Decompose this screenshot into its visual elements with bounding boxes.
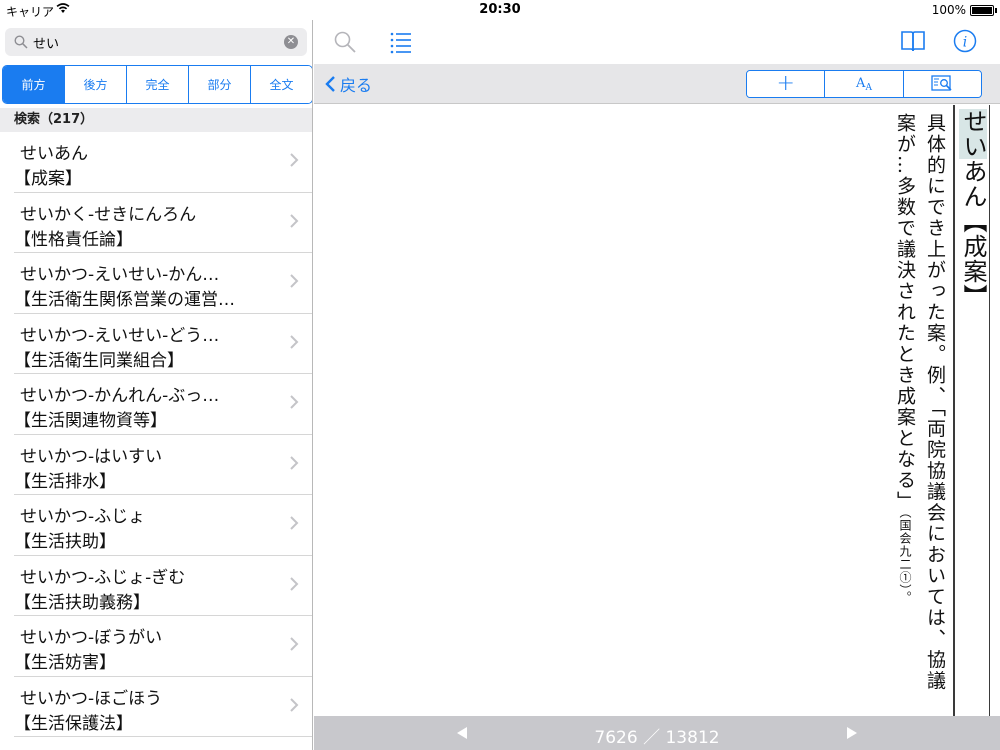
list-item-kanji: 【生活扶助】 [14,532,116,552]
list-item-kana: せいあん [20,144,88,164]
status-bar: キャリア 20:30 100% [0,0,1000,20]
search-icon[interactable] [333,30,357,54]
list-item-kanji: 【生活衛生同業組合】 [14,350,184,371]
list-item[interactable]: せいあん 【成案】 [14,132,312,193]
chevron-right-icon [290,334,299,349]
list-item-kana: せいかつ-ぼうがい [20,628,163,648]
list-item[interactable]: せいかく-せきにんろん 【性格責任論】 [14,193,312,253]
entry-text-2: 案が…多数で議決されたとき成案となる」 [894,113,916,512]
list-item-kanji: 【性格責任論】 [14,229,133,250]
entry-border [989,105,990,716]
chevron-right-icon [290,455,299,470]
list-item-kanji: 【生活排水】 [14,471,116,492]
mode-fulltext[interactable]: 全文 [250,66,312,103]
mode-backward[interactable]: 後方 [64,66,126,103]
chevron-right-icon [290,576,299,591]
info-icon[interactable]: i [953,29,977,53]
entry-divider [953,105,955,716]
entry-headword: せいあん【成案】 [958,109,988,309]
zoom-page-icon [931,75,952,91]
list-item-kanji: 【生活衛生関係営業の運営… [14,290,235,310]
next-page-icon[interactable] [845,726,859,740]
mode-partial[interactable]: 部分 [188,66,250,103]
list-item-kana: せいかつ-ほごほう [20,688,163,709]
add-button[interactable]: + [747,71,825,97]
chevron-right-icon [290,395,299,409]
page-indicator: 7626 ／ 13812 [594,728,720,748]
list-item[interactable]: せいかつ-かんれん-ぶっ… 【生活関連物資等】 [14,374,312,435]
list-icon[interactable] [389,30,413,54]
list-item-kana: せいかつ-ふじょ [20,507,146,527]
mode-exact[interactable]: 完全 [126,66,188,103]
list-item-kana: せいかつ-かんれん-ぶっ… [20,386,220,406]
results-header: 検索（217） [0,108,312,132]
add-icon: + [776,71,795,96]
pager: 7626 ／ 13812 [314,716,1000,750]
chevron-right-icon [290,153,299,167]
entry-citation: （国会九二①）。 [898,512,912,604]
svg-text:i: i [963,35,967,51]
entry-text-line-1: 具体的にでき上がった案。例、「両院協議会においては、協議 [924,113,946,692]
battery-icon [970,5,994,16]
headword-kanji: 【成案】 [959,209,987,309]
entry-text-line-2: 案が…多数で議決されたとき成案となる」（国会九二①）。 [890,113,920,604]
headword-kana-rest: あん [959,159,987,209]
list-item[interactable]: せいかつ-えいせい-どう… 【生活衛生同業組合】 [14,314,312,374]
back-button[interactable]: 戻る [324,72,372,96]
list-item[interactable]: せいかつ-ぼうがい 【生活妨害】 [14,616,312,677]
battery-percent: 100% [931,3,966,17]
search-icon [14,35,28,49]
nav-bar: 戻る + AA [314,64,1000,104]
list-item-kanji: 【生活妨害】 [14,653,116,673]
list-item-kana: せいかつ-えいせい-どう… [20,325,220,346]
headword-highlight: せい [959,109,987,159]
list-item[interactable]: せいかつ-ふじょ-ぎむ 【生活扶助義務】 [14,556,312,616]
chevron-left-icon [325,76,335,92]
list-item[interactable]: せいかつ-ほごほう 【生活保護法】 [14,677,312,737]
list-item-kanji: 【生活扶助義務】 [14,592,150,613]
battery-tip [995,8,997,13]
list-item[interactable]: せいかつ-はいすい 【生活排水】 [14,435,312,495]
sidebar: ✕ 前方 後方 完全 部分 全文 検索（217） せいあん 【成案】 せいかく-… [0,20,313,750]
search-input[interactable] [33,28,273,56]
list-item-kana: せいかく-せきにんろん [20,204,197,225]
list-item-kana: せいかつ-ふじょ-ぎむ [20,567,186,588]
list-item-kanji: 【成案】 [14,169,82,189]
chevron-right-icon [290,637,299,651]
list-item[interactable]: せいかつ-ふじょ 【生活扶助】 [14,495,312,556]
clock: 20:30 [479,2,521,17]
chevron-right-icon [290,274,299,288]
list-item[interactable]: せいかつ-えいせい-かん… 【生活衛生関係営業の運営… [14,253,312,314]
main-pane: i 戻る + AA せいあん【成案】 具体的にでき上がった案。例、「両院協議会に… [314,20,1000,750]
book-icon[interactable] [900,29,926,53]
entry-content: せいあん【成案】 具体的にでき上がった案。例、「両院協議会においては、協議 案が… [314,105,1000,716]
list-item-kanji: 【生活関連物資等】 [14,411,167,431]
text-size-icon: AA [856,75,872,93]
chevron-right-icon [290,213,299,228]
list-item-kanji: 【生活保護法】 [14,713,133,734]
search-bar[interactable]: ✕ [5,28,307,56]
back-label: 戻る [340,76,373,95]
chevron-right-icon [290,697,299,712]
mode-forward[interactable]: 前方 [3,66,64,103]
list-item-kana: せいかつ-はいすい [20,446,163,467]
entry-tools: + AA [746,70,982,98]
zoom-page-button[interactable] [902,71,981,97]
clear-icon[interactable]: ✕ [284,35,298,49]
list-item-kana: せいかつ-えいせい-かん… [20,265,220,285]
search-mode-control: 前方 後方 完全 部分 全文 [2,65,312,104]
text-size-button[interactable]: AA [824,71,903,97]
chevron-right-icon [290,516,299,530]
result-list: せいあん 【成案】 せいかく-せきにんろん 【性格責任論】 せいかつ-えいせい-… [0,132,312,737]
toolbar: i [314,20,1000,64]
